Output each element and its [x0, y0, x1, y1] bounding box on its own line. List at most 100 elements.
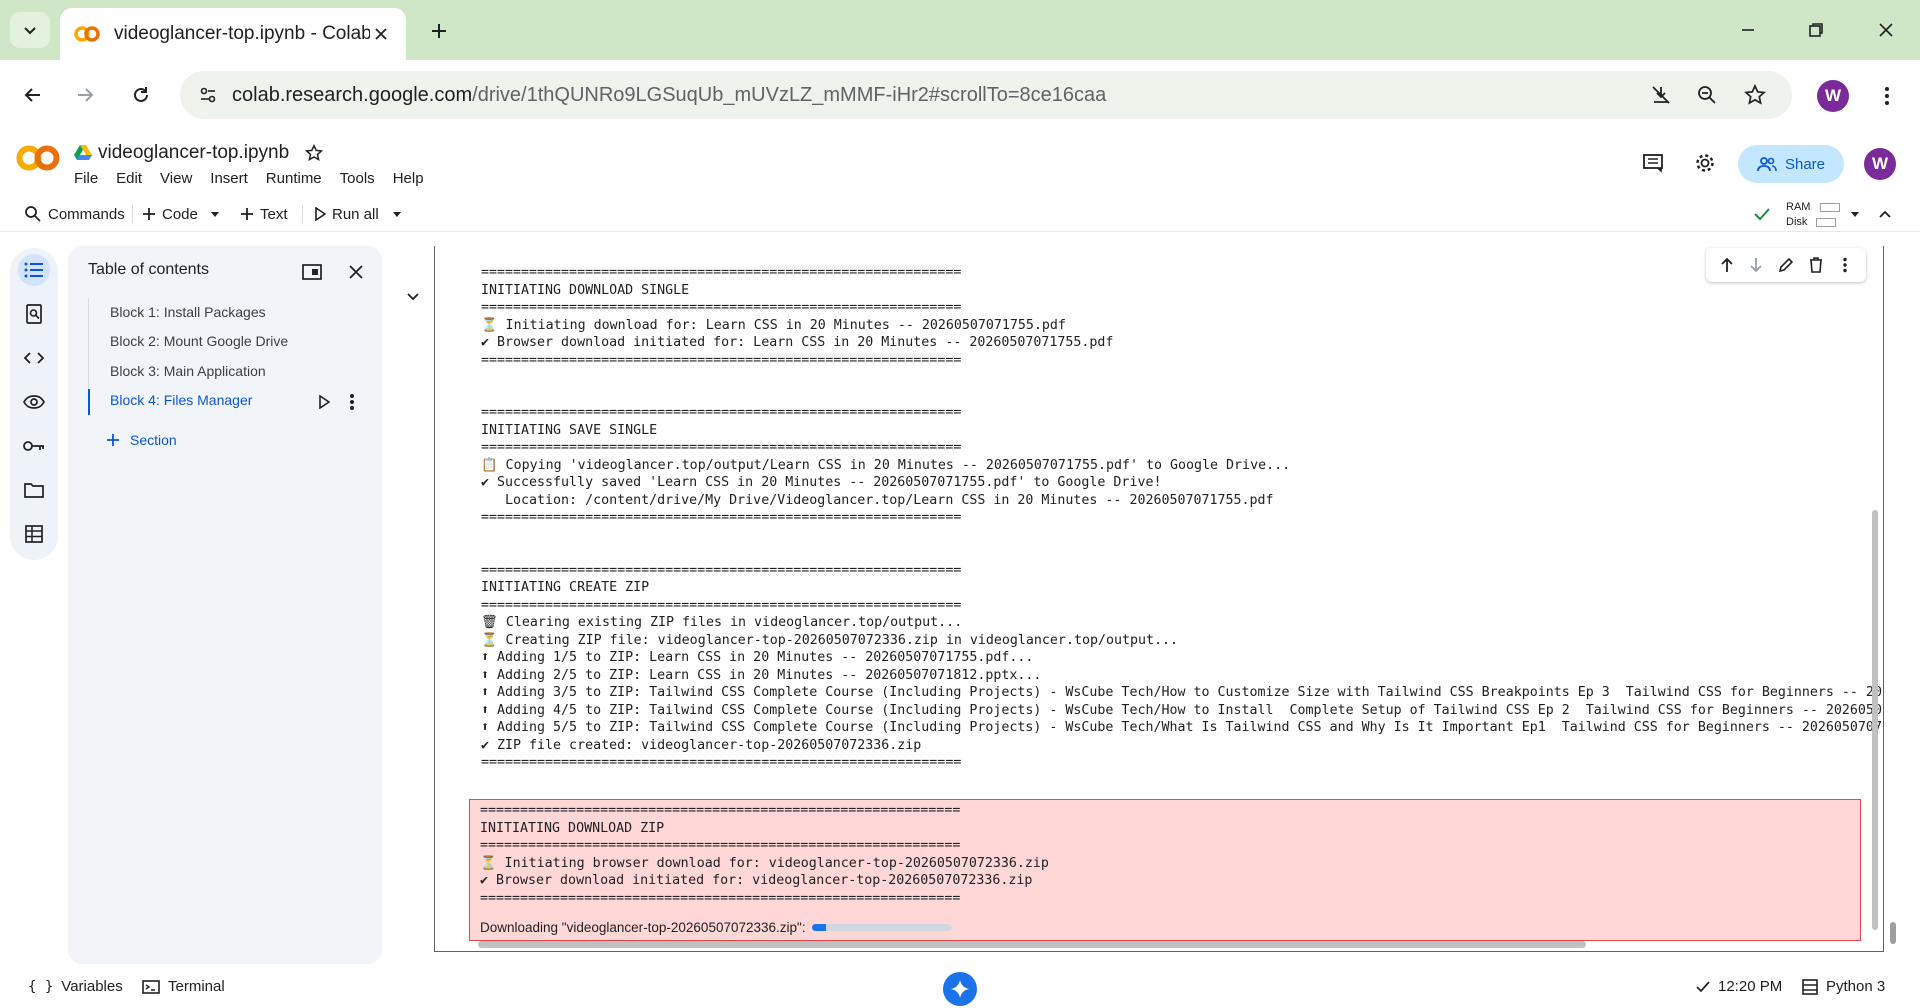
cell-output[interactable]: ========================================… — [434, 246, 1884, 952]
output-line: ⬆ Adding 4/5 to ZIP: Tailwind CSS Comple… — [481, 702, 1884, 718]
output-line: ✔ ZIP file created: videoglancer-top-202… — [481, 737, 922, 753]
output-line: ========================================… — [480, 838, 961, 853]
share-button[interactable]: Share — [1738, 145, 1844, 183]
cell-toolbar — [1706, 248, 1866, 282]
restore-button[interactable] — [1796, 14, 1836, 46]
download-progress-fill — [811, 924, 826, 931]
tab-close-icon[interactable] — [370, 23, 392, 45]
account-avatar[interactable]: W — [1864, 148, 1896, 180]
terminal-button[interactable]: Terminal — [142, 978, 225, 995]
comments-icon[interactable] — [1638, 148, 1668, 178]
caret-down-icon — [211, 212, 219, 217]
data-table-icon[interactable] — [18, 518, 50, 550]
output-line: 📋 Copying 'videoglancer.top/output/Learn… — [481, 457, 1291, 473]
site-info-icon[interactable] — [184, 71, 232, 119]
section-label: Section — [130, 432, 177, 448]
horizontal-scrollbar[interactable] — [478, 941, 1586, 948]
tab-search-button[interactable] — [10, 12, 50, 48]
url-text: colab.research.google.com/drive/1thQUNRo… — [232, 84, 1106, 107]
settings-gear-icon[interactable] — [1690, 148, 1720, 178]
menu-insert[interactable]: Insert — [210, 170, 256, 187]
star-notebook-icon[interactable] — [302, 141, 326, 165]
gemini-button[interactable] — [943, 972, 977, 1006]
download-blocked-icon[interactable] — [1646, 80, 1676, 110]
back-button[interactable] — [14, 76, 52, 114]
menu-runtime[interactable]: Runtime — [266, 170, 330, 187]
menu-view[interactable]: View — [160, 170, 200, 187]
runtime-dropdown-button[interactable] — [1850, 199, 1860, 229]
cell-more-icon[interactable] — [1833, 253, 1857, 277]
section-more-icon[interactable] — [338, 388, 366, 416]
output-line: ✔ Successfully saved 'Learn CSS in 20 Mi… — [481, 475, 1162, 490]
minimize-button[interactable] — [1728, 14, 1768, 46]
add-section-button[interactable]: Section — [106, 432, 177, 448]
output-line: 🗑 Clearing existing ZIP files in videogl… — [481, 615, 963, 630]
variables-inspector-icon[interactable] — [18, 386, 50, 418]
table-of-contents-icon[interactable] — [18, 254, 50, 286]
browser-menu-icon[interactable] — [1872, 80, 1902, 112]
add-text-button[interactable]: Text — [240, 199, 288, 229]
cell-collapse-icon[interactable] — [400, 284, 426, 310]
url-path: /drive/1thQUNRo9LGSuqUb_mUVzLZ_mMMF-iHr2… — [472, 83, 1107, 106]
collapse-header-button[interactable] — [1878, 199, 1892, 229]
kernel-status[interactable]: Python 3 — [1802, 978, 1885, 995]
new-tab-button[interactable] — [424, 16, 454, 46]
browser-tab[interactable]: videoglancer-top.ipynb - Colab — [60, 8, 406, 60]
run-section-icon[interactable] — [310, 388, 338, 416]
browser-profile-avatar[interactable]: W — [1817, 80, 1849, 112]
bookmark-star-icon[interactable] — [1740, 80, 1770, 110]
add-code-button[interactable]: Code — [142, 199, 198, 229]
alert-output-text: ========================================… — [480, 802, 1049, 907]
move-cell-up-icon[interactable] — [1715, 253, 1739, 277]
output-line: ========================================… — [481, 755, 962, 770]
menu-edit[interactable]: Edit — [116, 170, 150, 187]
text-label: Text — [260, 205, 288, 223]
zoom-icon[interactable] — [1692, 80, 1722, 110]
notebook-vertical-scrollbar[interactable] — [1890, 922, 1896, 944]
open-in-tab-icon[interactable] — [298, 258, 326, 286]
output-vertical-scrollbar[interactable] — [1872, 510, 1878, 930]
output-line: Location: /content/drive/My Drive/Videog… — [481, 492, 1274, 508]
run-all-dropdown-button[interactable] — [392, 199, 402, 229]
resource-monitor[interactable]: RAM Disk — [1786, 200, 1841, 230]
toc-item-block-1[interactable]: Block 1: Install Packages — [110, 304, 266, 320]
edit-pencil-icon[interactable] — [1774, 253, 1798, 277]
code-dropdown-button[interactable] — [210, 199, 220, 229]
toc-item-block-4[interactable]: Block 4: Files Manager — [110, 392, 252, 408]
download-label: Downloading "videoglancer-top-2026050707… — [480, 920, 806, 935]
braces-icon: { } — [28, 978, 54, 995]
secrets-key-icon[interactable] — [18, 430, 50, 462]
forward-button[interactable] — [66, 76, 104, 114]
commands-button[interactable]: Commands — [24, 199, 125, 229]
code-snippets-icon[interactable] — [18, 342, 50, 374]
arrow-left-icon — [24, 88, 40, 102]
menu-file[interactable]: File — [74, 170, 106, 187]
omnibox[interactable]: colab.research.google.com/drive/1thQUNRo… — [180, 71, 1792, 119]
address-bar-row: colab.research.google.com/drive/1thQUNRo… — [0, 60, 1920, 130]
notebook-title[interactable]: videoglancer-top.ipynb — [98, 142, 289, 164]
output-line: ⬆ Adding 2/5 to ZIP: Learn CSS in 20 Min… — [481, 667, 1042, 683]
menu-tools[interactable]: Tools — [340, 170, 383, 187]
menu-help[interactable]: Help — [393, 170, 432, 187]
colab-logo-icon[interactable] — [16, 144, 60, 172]
execution-status[interactable]: 12:20 PM — [1696, 978, 1782, 995]
download-zip-output: ========================================… — [469, 799, 1861, 941]
find-replace-icon[interactable] — [18, 298, 50, 330]
move-cell-down-icon[interactable] — [1744, 253, 1768, 277]
close-panel-icon[interactable] — [342, 258, 370, 286]
toc-title: Table of contents — [88, 261, 209, 278]
files-folder-icon[interactable] — [18, 474, 50, 506]
toolbar-divider — [132, 205, 133, 223]
variables-button[interactable]: { } Variables — [28, 978, 123, 995]
toc-item-block-3[interactable]: Block 3: Main Application — [110, 363, 266, 379]
toc-item-block-2[interactable]: Block 2: Mount Google Drive — [110, 333, 288, 349]
run-all-button[interactable]: Run all — [314, 199, 379, 229]
reload-button[interactable] — [122, 76, 160, 114]
play-icon — [315, 207, 326, 221]
output-line: ========================================… — [481, 562, 962, 578]
output-line: ========================================… — [481, 597, 962, 613]
output-line: ⏳ Initiating browser download for: video… — [480, 855, 1049, 871]
delete-cell-icon[interactable] — [1804, 253, 1828, 277]
close-window-button[interactable] — [1866, 14, 1906, 46]
